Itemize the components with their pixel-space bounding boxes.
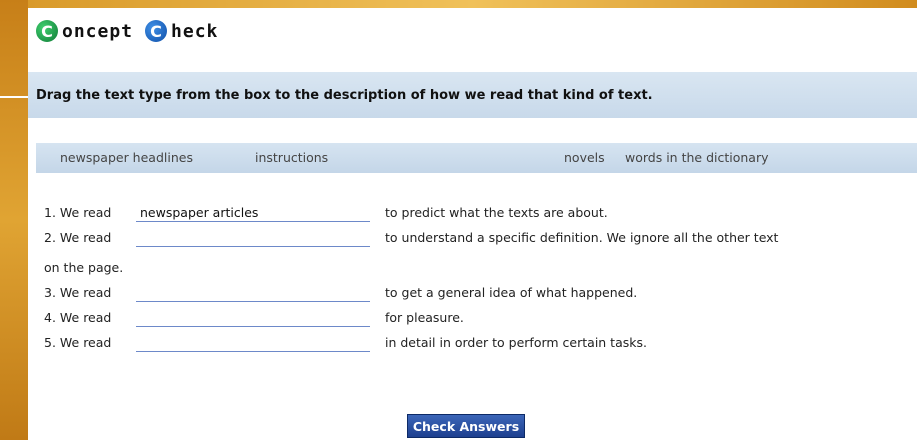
- question-row-3: 3. We read to get a general idea of what…: [44, 285, 637, 305]
- word-bank-item-words-in-dictionary[interactable]: words in the dictionary: [625, 150, 769, 165]
- question-row-1: 1. We read newspaper articles to predict…: [44, 205, 608, 225]
- concept-check-logo: C oncept C heck: [36, 20, 218, 42]
- question-row-2-continuation: on the page.: [44, 260, 123, 280]
- question-prefix: 5. We read: [44, 335, 112, 350]
- top-frame: [28, 0, 917, 8]
- word-bank: newspaper headlines instructions novels …: [36, 143, 917, 173]
- answer-drop-zone-4[interactable]: [136, 310, 370, 327]
- word-bank-item-novels[interactable]: novels: [564, 150, 605, 165]
- question-prefix: 1. We read: [44, 205, 112, 220]
- answer-drop-zone-2[interactable]: [136, 230, 370, 247]
- logo-word-heck: heck: [171, 20, 219, 42]
- instruction-text: Drag the text type from the box to the d…: [36, 87, 653, 103]
- answer-drop-zone-5[interactable]: [136, 335, 370, 352]
- question-description: to get a general idea of what happened.: [385, 285, 638, 300]
- word-bank-item-newspaper-headlines[interactable]: newspaper headlines: [60, 150, 193, 165]
- question-prefix: 3. We read: [44, 285, 112, 300]
- question-row-2: 2. We read to understand a specific defi…: [44, 230, 778, 250]
- question-prefix: 2. We read: [44, 230, 112, 245]
- question-description: to understand a specific definition. We …: [385, 230, 779, 245]
- answer-drop-zone-1[interactable]: newspaper articles: [136, 205, 370, 222]
- word-bank-item-instructions[interactable]: instructions: [255, 150, 328, 165]
- question-continuation: on the page.: [44, 260, 124, 275]
- question-description: to predict what the texts are about.: [385, 205, 608, 220]
- question-description: for pleasure.: [385, 310, 464, 325]
- check-answers-button[interactable]: Check Answers: [407, 414, 525, 438]
- left-frame: [0, 0, 28, 440]
- question-prefix: 4. We read: [44, 310, 112, 325]
- instruction-bar: Drag the text type from the box to the d…: [28, 72, 917, 118]
- question-row-4: 4. We read for pleasure.: [44, 310, 464, 330]
- question-row-5: 5. We read in detail in order to perform…: [44, 335, 647, 355]
- logo-letter-c-blue: C: [145, 20, 168, 42]
- logo-word-oncept: oncept: [62, 20, 134, 42]
- answer-drop-zone-3[interactable]: [136, 285, 370, 302]
- question-description: in detail in order to perform certain ta…: [385, 335, 647, 350]
- logo-letter-c-green: C: [36, 20, 58, 42]
- answer-filled-text: newspaper articles: [140, 205, 259, 220]
